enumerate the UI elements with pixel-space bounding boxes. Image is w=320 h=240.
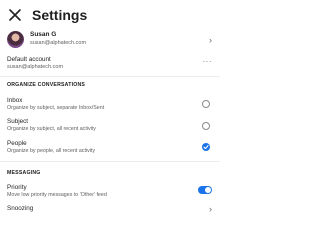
chevron-right-icon[interactable]: ›	[209, 36, 212, 45]
avatar	[7, 31, 24, 48]
radio-subject[interactable]	[202, 122, 210, 130]
divider	[0, 76, 220, 77]
priority-subtitle: Move low priority messages to 'Other' fe…	[7, 192, 107, 198]
default-account-label: Default account	[7, 56, 51, 63]
default-account-value: susan@alphatech.com	[7, 64, 64, 70]
priority-title: Priority	[7, 184, 27, 191]
profile-name: Susan G	[30, 31, 57, 38]
snoozing-title[interactable]: Snoozing	[7, 205, 33, 213]
section-heading-organize: ORGANIZE CONVERSATIONS	[7, 82, 86, 88]
radio-people[interactable]	[202, 143, 210, 151]
section-heading-messaging: MESSAGING	[7, 170, 41, 176]
profile-email: susan@alphatech.com	[30, 40, 87, 46]
option-inbox-title[interactable]: Inbox	[7, 97, 22, 105]
priority-toggle[interactable]	[198, 186, 212, 194]
radio-inbox[interactable]	[202, 100, 210, 108]
close-icon	[9, 9, 21, 21]
page-title: Settings	[32, 7, 88, 23]
close-button[interactable]	[6, 6, 24, 24]
settings-header: Settings	[0, 0, 220, 30]
toggle-knob	[205, 187, 211, 193]
chevron-right-icon[interactable]: ›	[209, 205, 212, 214]
divider	[0, 161, 220, 162]
option-subject-title[interactable]: Subject	[7, 118, 28, 126]
more-options-icon[interactable]: ···	[203, 58, 213, 66]
option-inbox-subtitle: Organize by subject, separate Inbox/Sent	[7, 105, 105, 111]
check-icon	[203, 145, 209, 150]
option-people-title[interactable]: People	[7, 140, 27, 148]
option-people-subtitle: Organize by people, all recent activity	[7, 148, 96, 154]
option-subject-subtitle: Organize by subject, all recent activity	[7, 126, 96, 132]
